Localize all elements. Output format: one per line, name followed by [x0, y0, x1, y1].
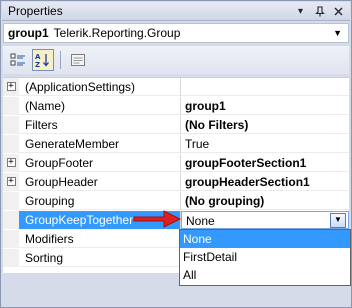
property-value[interactable]: groupFooterSection1 — [181, 154, 349, 172]
alphabetical-icon[interactable]: A Z — [32, 49, 54, 71]
property-value[interactable] — [181, 78, 349, 96]
property-value[interactable]: (No grouping) — [181, 192, 349, 210]
toolbar-divider — [60, 51, 61, 69]
dropdown-option[interactable]: None — [180, 230, 350, 248]
property-value-text: None — [186, 213, 215, 228]
property-value[interactable]: group1 — [181, 97, 349, 115]
property-value-text: True — [185, 136, 210, 151]
property-value-text: (No grouping) — [185, 193, 265, 208]
property-row[interactable]: GenerateMember True — [3, 134, 349, 153]
property-value-text: (No Filters) — [185, 117, 249, 132]
property-row[interactable]: Grouping (No grouping) — [3, 191, 349, 210]
property-name: Grouping — [19, 191, 181, 210]
row-gutter: + — [3, 172, 19, 191]
expand-icon[interactable]: + — [6, 158, 16, 167]
dropdown-option[interactable]: All — [180, 266, 350, 284]
expand-icon[interactable]: + — [6, 177, 16, 186]
property-value-text: groupFooterSection1 — [185, 155, 307, 170]
properties-toolbar: A Z — [3, 46, 349, 74]
chevron-down-icon[interactable]: ▼ — [333, 28, 342, 38]
svg-text:Z: Z — [35, 61, 40, 68]
property-value[interactable]: True — [181, 135, 349, 153]
property-name: (Name) — [19, 96, 181, 115]
row-gutter — [3, 115, 19, 134]
dropdown-option[interactable]: FirstDetail — [180, 248, 350, 266]
property-value-text: group1 — [185, 98, 226, 113]
row-gutter — [3, 134, 19, 153]
property-value-text: groupHeaderSection1 — [185, 174, 310, 189]
row-gutter — [3, 248, 19, 267]
red-arrow-annotation — [133, 210, 182, 228]
row-gutter — [3, 96, 19, 115]
property-name: Filters — [19, 115, 181, 134]
property-value[interactable]: groupHeaderSection1 — [181, 173, 349, 191]
property-name: GroupFooter — [19, 153, 181, 172]
svg-text:A: A — [35, 53, 41, 61]
expand-icon[interactable]: + — [6, 82, 16, 91]
property-value[interactable]: (No Filters) — [181, 116, 349, 134]
row-gutter: + — [3, 153, 19, 172]
property-name: (ApplicationSettings) — [19, 77, 181, 96]
property-row[interactable]: (Name) group1 — [3, 96, 349, 115]
dropdown-arrow-icon[interactable]: ▾ — [293, 4, 308, 19]
property-name: GroupHeader — [19, 172, 181, 191]
object-name: group1 — [8, 26, 49, 40]
row-gutter — [3, 210, 19, 229]
close-icon[interactable] — [331, 4, 346, 19]
chevron-down-icon[interactable]: ▼ — [330, 212, 346, 228]
window-title: Properties — [8, 4, 63, 18]
row-gutter — [3, 229, 19, 248]
description-pane — [3, 291, 349, 307]
object-type: Telerik.Reporting.Group — [53, 26, 181, 40]
property-row[interactable]: + GroupFooter groupFooterSection1 — [3, 153, 349, 172]
property-pages-icon[interactable] — [67, 49, 89, 71]
property-name: Sorting — [19, 248, 181, 267]
row-gutter: + — [3, 77, 19, 96]
property-name: Modifiers — [19, 229, 181, 248]
property-value-combobox[interactable]: None ▼ — [181, 210, 349, 229]
property-name: GenerateMember — [19, 134, 181, 153]
property-row[interactable]: + GroupHeader groupHeaderSection1 — [3, 172, 349, 191]
property-row[interactable]: + (ApplicationSettings) — [3, 77, 349, 96]
categorized-icon[interactable] — [7, 49, 29, 71]
title-bar: Properties ▾ — [2, 2, 350, 21]
properties-window: Properties ▾ group1 Telerik.Reporting.Gr… — [0, 0, 352, 308]
row-gutter — [3, 191, 19, 210]
dropdown-list: None FirstDetail All — [179, 229, 351, 286]
property-row[interactable]: Filters (No Filters) — [3, 115, 349, 134]
object-selector[interactable]: group1 Telerik.Reporting.Group ▼ — [3, 23, 349, 43]
pin-icon[interactable] — [312, 4, 327, 19]
